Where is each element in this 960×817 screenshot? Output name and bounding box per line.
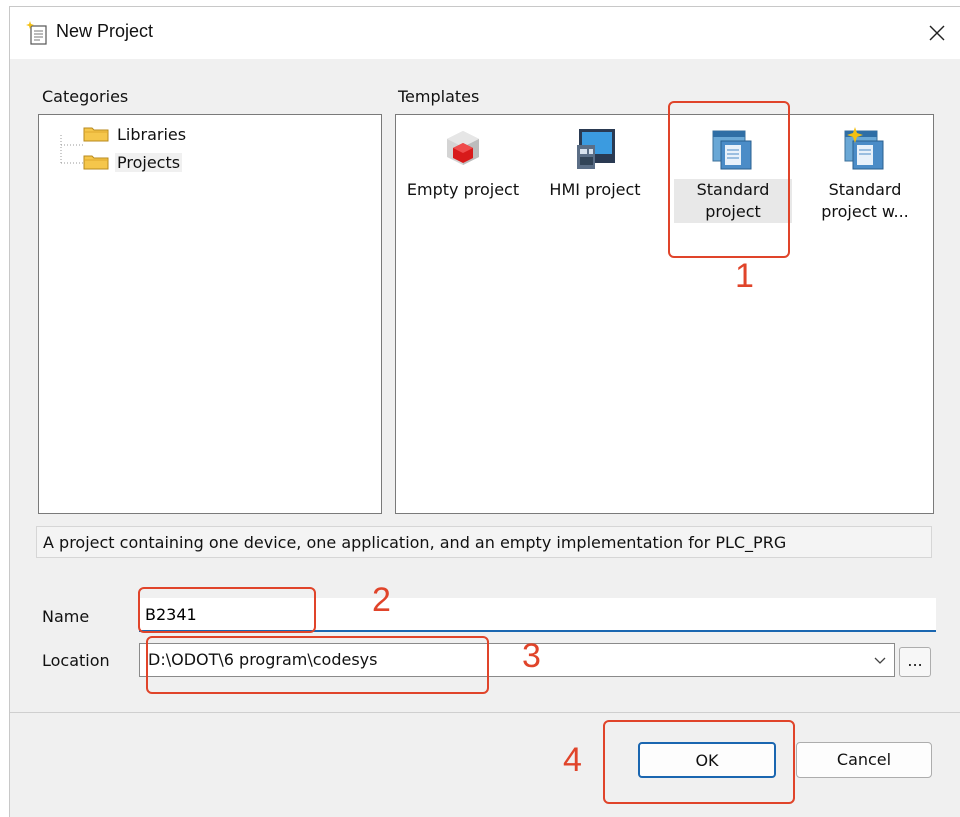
- annotation-number-2: 2: [372, 581, 391, 619]
- annotation-box-1: [668, 101, 790, 258]
- tree-lines: [60, 135, 83, 164]
- location-label: Location: [42, 651, 110, 670]
- annotation-box-4: [603, 720, 795, 804]
- templates-panel[interactable]: Empty project HMI project Standard proje…: [395, 114, 934, 514]
- hmi-project-icon: [577, 129, 615, 169]
- standard-project-wizard-icon: [844, 127, 884, 170]
- template-label: HMI project: [549, 180, 641, 199]
- template-label: Standard project w...: [821, 180, 909, 221]
- empty-project-icon: [447, 131, 479, 165]
- annotation-number-4: 4: [563, 741, 582, 779]
- category-item-libraries[interactable]: Libraries: [83, 123, 188, 145]
- categories-tree[interactable]: Libraries Projects: [38, 114, 382, 514]
- folder-icon: [83, 127, 109, 142]
- folder-icon: [83, 155, 109, 170]
- annotation-number-1: 1: [735, 257, 754, 295]
- templates-label: Templates: [398, 87, 480, 106]
- template-description: A project containing one device, one app…: [36, 526, 932, 558]
- new-project-dialog: New Project Categories Templates Librari…: [9, 6, 960, 817]
- annotation-box-2: [138, 587, 316, 633]
- template-label: Empty project: [406, 180, 520, 199]
- close-icon: [929, 25, 945, 41]
- template-standard-project-wizard[interactable]: Standard project w...: [806, 127, 924, 223]
- cancel-button[interactable]: Cancel: [796, 742, 932, 778]
- category-item-projects[interactable]: Projects: [83, 151, 183, 173]
- browse-button[interactable]: ...: [899, 647, 931, 677]
- template-empty-project[interactable]: Empty project: [404, 127, 522, 201]
- dialog-title: New Project: [56, 21, 154, 41]
- categories-label: Categories: [42, 87, 129, 106]
- category-label: Projects: [115, 152, 183, 172]
- name-label: Name: [42, 607, 90, 626]
- footer-divider: [10, 712, 960, 713]
- category-label: Libraries: [117, 124, 187, 144]
- title-bar: New Project: [10, 7, 960, 59]
- close-button[interactable]: [919, 15, 955, 51]
- template-hmi-project[interactable]: HMI project: [536, 127, 654, 201]
- new-project-icon: [26, 21, 47, 45]
- annotation-box-3: [146, 636, 489, 694]
- annotation-number-3: 3: [522, 637, 541, 675]
- chevron-down-icon[interactable]: [872, 652, 888, 668]
